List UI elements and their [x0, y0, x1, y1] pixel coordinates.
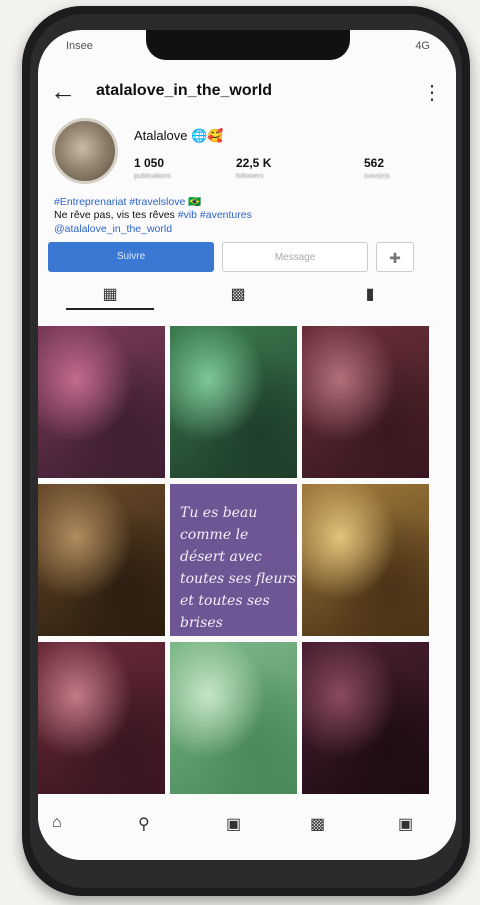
stat-posts[interactable]: 1 050 publications: [134, 156, 171, 180]
post-image: [302, 642, 429, 794]
bio-text-tags[interactable]: #vib #aventures: [178, 209, 252, 221]
profile-icon[interactable]: ▣: [398, 814, 413, 834]
follow-button[interactable]: Suivre: [48, 242, 214, 272]
bio-hashtags[interactable]: #Entreprenariat #travelslove 🇧🇷: [54, 196, 201, 209]
post-tile[interactable]: [38, 642, 165, 794]
bio-text-plain: Ne rêve pas, vis tes rêves: [54, 209, 178, 221]
stat-following-label: suivi(e)s: [364, 173, 391, 180]
stat-following[interactable]: 562 suivi(e)s: [364, 156, 390, 180]
post-image: [38, 484, 165, 636]
stat-followers-label: followers: [236, 173, 264, 180]
reels-icon[interactable]: ▩: [218, 284, 258, 304]
notch: [146, 30, 350, 60]
person-add-icon[interactable]: ✚: [376, 242, 414, 272]
stat-followers[interactable]: 22,5 K followers: [236, 156, 271, 180]
stat-followers-value: 22,5 K: [236, 156, 272, 170]
active-tab-indicator: [66, 308, 154, 310]
more-options-icon[interactable]: ⋮: [422, 80, 442, 105]
post-image: [302, 326, 429, 478]
post-tile[interactable]: [170, 642, 297, 794]
stat-posts-value: 1 050: [134, 156, 165, 170]
status-time: Insee: [66, 40, 93, 52]
display-name: Atalalove 🌐🥰: [134, 128, 224, 143]
post-tile[interactable]: [38, 326, 165, 478]
post-tile[interactable]: [38, 484, 165, 636]
add-post-icon[interactable]: ▣: [226, 814, 241, 834]
post-tile[interactable]: [302, 484, 429, 636]
post-image: [38, 326, 165, 478]
tag-icon[interactable]: ▮: [350, 284, 390, 304]
profile-tabs: ▦ ▩ ▮: [38, 278, 456, 312]
bottom-nav: ⌂ ⚲ ▣ ▩ ▣: [38, 798, 456, 860]
profile-username: atalalove_in_the_world: [96, 82, 273, 99]
screen: Insee 4G ← atalalove_in_the_world ⋮ Atal…: [38, 30, 456, 860]
search-icon[interactable]: ⚲: [138, 814, 150, 834]
bio-text: Ne rêve pas, vis tes rêves #vib #aventur…: [54, 209, 252, 222]
post-tile[interactable]: [302, 326, 429, 478]
post-tile-quote[interactable]: Tu es beau comme le désert avec toutes s…: [170, 484, 297, 636]
stat-following-value: 562: [364, 156, 385, 170]
post-image: [38, 642, 165, 794]
post-tile[interactable]: [170, 326, 297, 478]
reels-icon[interactable]: ▩: [310, 814, 325, 834]
grid-icon[interactable]: ▦: [90, 284, 130, 304]
post-image: [170, 326, 297, 478]
home-icon[interactable]: ⌂: [52, 814, 62, 832]
bio-mention[interactable]: @atalalove_in_the_world: [54, 223, 172, 236]
stat-posts-label: publications: [134, 173, 171, 180]
post-tile[interactable]: [302, 642, 429, 794]
message-button[interactable]: Message: [222, 242, 368, 272]
profile-header: ← atalalove_in_the_world ⋮: [38, 74, 456, 110]
avatar[interactable]: [52, 118, 118, 184]
post-image: [302, 484, 429, 636]
quote-text: Tu es beau comme le désert avec toutes s…: [180, 505, 297, 631]
posts-grid: Tu es beau comme le désert avec toutes s…: [38, 326, 430, 798]
post-image: [170, 642, 297, 794]
status-signal: 4G: [415, 40, 430, 52]
arrow-left-icon[interactable]: ←: [50, 76, 76, 107]
